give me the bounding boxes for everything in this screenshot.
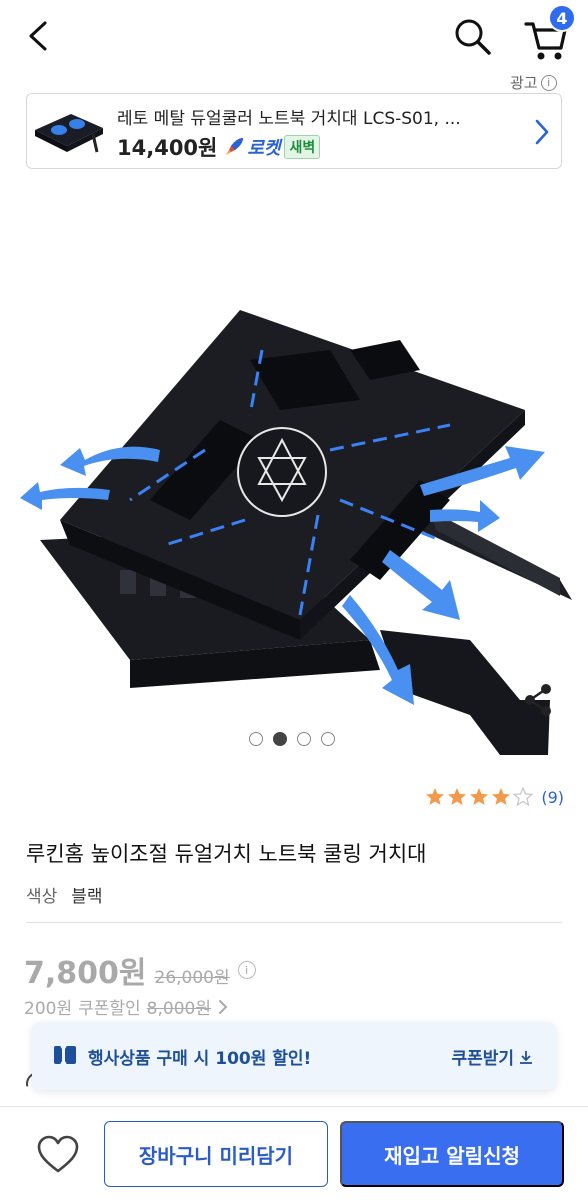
rocket-icon — [226, 138, 244, 155]
carousel-dot[interactable] — [249, 732, 263, 746]
ad-card[interactable]: 레토 메탈 듀얼쿨러 노트북 거치대 LCS-S01, ... 14,400원 … — [26, 93, 562, 169]
search-button[interactable] — [448, 12, 496, 60]
ad-price: 14,400원 — [117, 136, 218, 160]
star-filled-icon — [448, 788, 467, 805]
rating[interactable]: (9) — [425, 787, 564, 807]
top-bar: 4 — [0, 0, 588, 70]
product-image[interactable] — [0, 200, 588, 760]
divider — [26, 922, 562, 923]
rocket-badge: 로켓 새벽 — [223, 134, 321, 160]
share-icon — [525, 684, 551, 716]
search-icon — [455, 19, 491, 55]
original-price: 26,000원 — [154, 968, 230, 988]
carousel-dot[interactable] — [321, 732, 335, 746]
coupon-icon — [54, 1046, 76, 1064]
get-coupon-label: 쿠폰받기 — [451, 1049, 514, 1069]
carousel-dot[interactable] — [297, 732, 311, 746]
option-value: 블랙 — [71, 887, 103, 907]
back-arrow-icon — [29, 21, 47, 51]
sale-price: 7,800원 — [24, 956, 147, 991]
rocket-name: 로켓 — [247, 138, 281, 159]
review-count: (9) — [541, 787, 564, 807]
star-filled-icon — [470, 788, 489, 805]
back-button[interactable] — [18, 14, 58, 58]
ad-price-row: 14,400원 로켓 새벽 — [117, 132, 321, 162]
chevron-right-icon — [218, 999, 228, 1014]
bottom-action-bar: 장바구니 미리담기 재입고 알림신청 — [0, 1106, 588, 1200]
coupon-amount: 200원 — [24, 999, 73, 1019]
ad-product-thumbnail — [31, 100, 105, 162]
option-row: 색상 블랙 — [26, 882, 103, 907]
star-empty-icon — [513, 787, 534, 807]
coupon-price: 8,000원 — [146, 999, 211, 1019]
info-icon: i — [540, 74, 557, 91]
share-button[interactable] — [518, 680, 558, 720]
get-coupon-button[interactable]: 쿠폰받기 — [451, 1044, 534, 1069]
rocket-dawn-tag: 새벽 — [284, 135, 321, 159]
carousel-dot-active[interactable] — [273, 732, 287, 746]
option-key: 색상 — [26, 887, 58, 907]
info-icon[interactable]: i — [237, 961, 256, 979]
download-icon — [520, 1050, 532, 1064]
star-filled-icon — [426, 788, 445, 805]
restock-alert-button[interactable]: 재입고 알림신청 — [340, 1121, 564, 1187]
ad-title: 레토 메탈 듀얼쿨러 노트북 거치대 LCS-S01, ... — [117, 109, 461, 129]
cart-count-badge: 4 — [548, 4, 576, 32]
price-row: 7,800원 26,000원 i — [24, 948, 256, 992]
ad-label[interactable]: 광고 i — [510, 72, 557, 93]
coupon-label: 쿠폰할인 — [78, 999, 141, 1019]
chevron-right-icon — [535, 119, 549, 145]
product-title: 루킨홈 높이조절 듀얼거치 노트북 쿨링 거치대 — [26, 842, 427, 866]
heart-icon[interactable] — [36, 1135, 80, 1175]
star-filled-icon — [492, 788, 511, 805]
image-carousel-dots — [249, 732, 335, 746]
add-to-cart-button[interactable]: 장바구니 미리담기 — [104, 1121, 328, 1187]
promo-coupon-banner[interactable]: 행사상품 구매 시 100원 할인! 쿠폰받기 — [32, 1022, 556, 1090]
promo-text: 행사상품 구매 시 100원 할인! — [88, 1049, 312, 1069]
ad-label-text: 광고 — [510, 74, 538, 92]
coupon-discount-row[interactable]: 200원 쿠폰할인 8,000원 — [24, 994, 229, 1019]
